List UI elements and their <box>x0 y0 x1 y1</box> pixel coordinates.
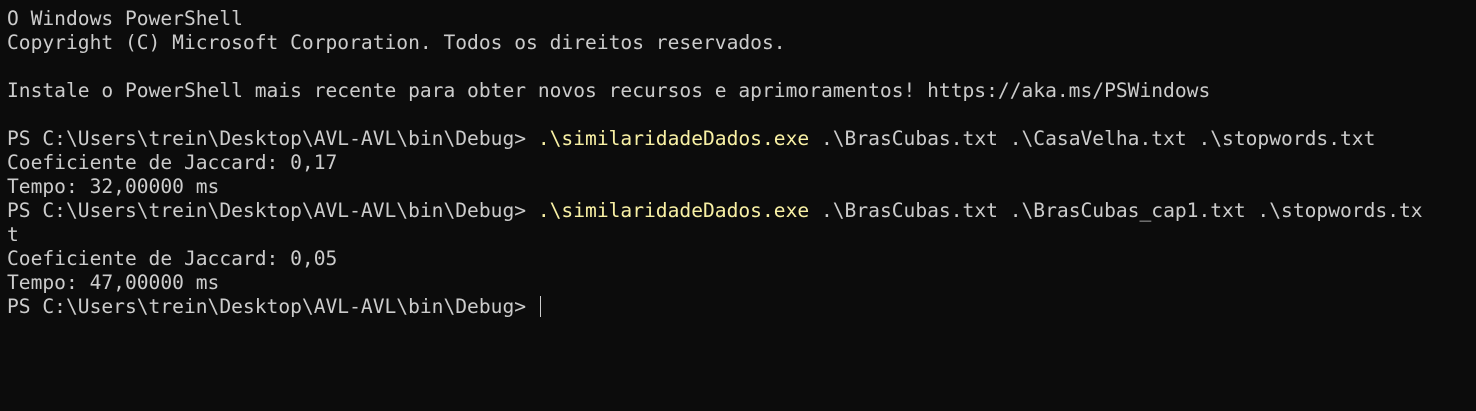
output-time: Tempo: 32,00000 ms <box>7 175 220 198</box>
banner-copyright: Copyright (C) Microsoft Corporation. Tod… <box>7 31 786 54</box>
command-args: .\BrasCubas.txt .\CasaVelha.txt .\stopwo… <box>809 127 1376 150</box>
text-cursor <box>539 296 542 317</box>
output-jaccard: Coeficiente de Jaccard: 0,17 <box>7 151 338 174</box>
output-jaccard: Coeficiente de Jaccard: 0,05 <box>7 247 338 270</box>
command-args: .\BrasCubas.txt .\BrasCubas_cap1.txt .\s… <box>809 199 1423 222</box>
command-executable: .\similaridadeDados.exe <box>537 127 810 150</box>
output-time: Tempo: 47,00000 ms <box>7 271 220 294</box>
command-args-wrap: t <box>7 223 19 246</box>
banner-title: O Windows PowerShell <box>7 7 243 30</box>
command-executable: .\similaridadeDados.exe <box>537 199 810 222</box>
prompt: PS C:\Users\trein\Desktop\AVL-AVL\bin\De… <box>7 199 538 222</box>
command-line: PS C:\Users\trein\Desktop\AVL-AVL\bin\De… <box>7 199 1476 223</box>
terminal-window[interactable]: O Windows PowerShell Copyright (C) Micro… <box>0 0 1476 411</box>
banner-notice: Instale o PowerShell mais recente para o… <box>7 79 1211 102</box>
active-prompt-line[interactable]: PS C:\Users\trein\Desktop\AVL-AVL\bin\De… <box>7 295 1476 319</box>
command-line: PS C:\Users\trein\Desktop\AVL-AVL\bin\De… <box>7 127 1476 151</box>
prompt: PS C:\Users\trein\Desktop\AVL-AVL\bin\De… <box>7 295 538 318</box>
prompt: PS C:\Users\trein\Desktop\AVL-AVL\bin\De… <box>7 127 538 150</box>
